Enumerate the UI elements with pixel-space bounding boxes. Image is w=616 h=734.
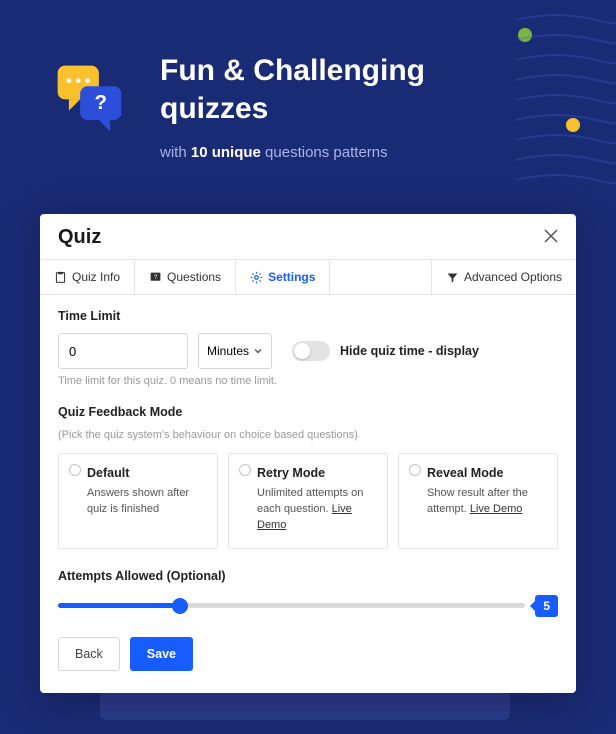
hero-subtitle: with 10 unique questions patterns — [160, 144, 388, 161]
tab-spacer — [330, 260, 432, 294]
svg-text:?: ? — [154, 274, 158, 281]
hero-title-line2: quizzes — [160, 92, 268, 125]
feedback-card-reveal[interactable]: Reveal Mode Show result after the attemp… — [398, 453, 558, 549]
feedback-mode-label: Quiz Feedback Mode — [58, 405, 558, 419]
tab-label: Settings — [268, 270, 315, 284]
feedback-card-desc: Show result after the attempt. Live Demo — [427, 486, 545, 518]
radio-icon — [409, 464, 421, 476]
feedback-card-desc: Unlimited attempts on each question. Liv… — [257, 486, 375, 534]
time-unit-select[interactable]: Minutes — [198, 333, 272, 369]
tab-label: Questions — [167, 270, 221, 284]
chat-bubbles-icon: ? — [52, 60, 127, 135]
feedback-card-title: Retry Mode — [257, 466, 375, 480]
feedback-card-title: Reveal Mode — [427, 466, 545, 480]
question-icon: ? — [149, 271, 162, 284]
radio-icon — [69, 464, 81, 476]
attempts-label: Attempts Allowed (Optional) — [58, 569, 558, 583]
chevron-down-icon — [253, 346, 263, 356]
tab-settings[interactable]: Settings — [236, 260, 330, 294]
panel-title: Quiz — [58, 226, 101, 249]
gear-icon — [250, 271, 263, 284]
tabs: Quiz Info ? Questions Settings Advanced … — [40, 259, 576, 295]
tab-questions[interactable]: ? Questions — [135, 260, 236, 294]
close-icon — [544, 229, 558, 243]
quiz-settings-panel: Quiz Quiz Info ? Questions Settings Adva… — [40, 214, 576, 693]
time-limit-hint: Time limit for this quiz. 0 means no tim… — [58, 375, 558, 387]
feedback-card-desc: Answers shown after quiz is finished — [87, 486, 205, 518]
feedback-card-default[interactable]: Default Answers shown after quiz is fini… — [58, 453, 218, 549]
slider-fill — [58, 603, 180, 608]
bg-wave-decoration — [516, 10, 616, 190]
time-limit-label: Time Limit — [58, 309, 558, 323]
attempts-slider[interactable] — [58, 603, 525, 608]
tab-label: Quiz Info — [72, 270, 120, 284]
feedback-mode-hint: (Pick the quiz system's behaviour on cho… — [58, 429, 558, 441]
radio-icon — [239, 464, 251, 476]
tab-advanced-options[interactable]: Advanced Options — [432, 260, 576, 294]
filter-icon — [446, 271, 459, 284]
hero-title-line1: Fun & Challenging — [160, 54, 425, 87]
hide-time-toggle[interactable] — [292, 341, 330, 361]
back-button[interactable]: Back — [58, 637, 120, 671]
time-limit-input[interactable] — [58, 333, 188, 369]
close-button[interactable] — [544, 227, 558, 248]
hide-time-label: Hide quiz time - display — [340, 344, 479, 358]
slider-thumb[interactable] — [172, 598, 188, 614]
attempts-value-badge: 5 — [535, 595, 558, 617]
live-demo-link[interactable]: Live Demo — [470, 503, 523, 515]
feedback-card-retry[interactable]: Retry Mode Unlimited attempts on each qu… — [228, 453, 388, 549]
tab-label: Advanced Options — [464, 270, 562, 284]
time-unit-value: Minutes — [207, 344, 249, 358]
feedback-card-title: Default — [87, 466, 205, 480]
svg-text:?: ? — [94, 91, 107, 114]
tab-quiz-info[interactable]: Quiz Info — [40, 260, 135, 294]
hero-title: Fun & Challenging quizzes — [160, 52, 425, 127]
save-button[interactable]: Save — [130, 637, 193, 671]
clipboard-icon — [54, 271, 67, 284]
